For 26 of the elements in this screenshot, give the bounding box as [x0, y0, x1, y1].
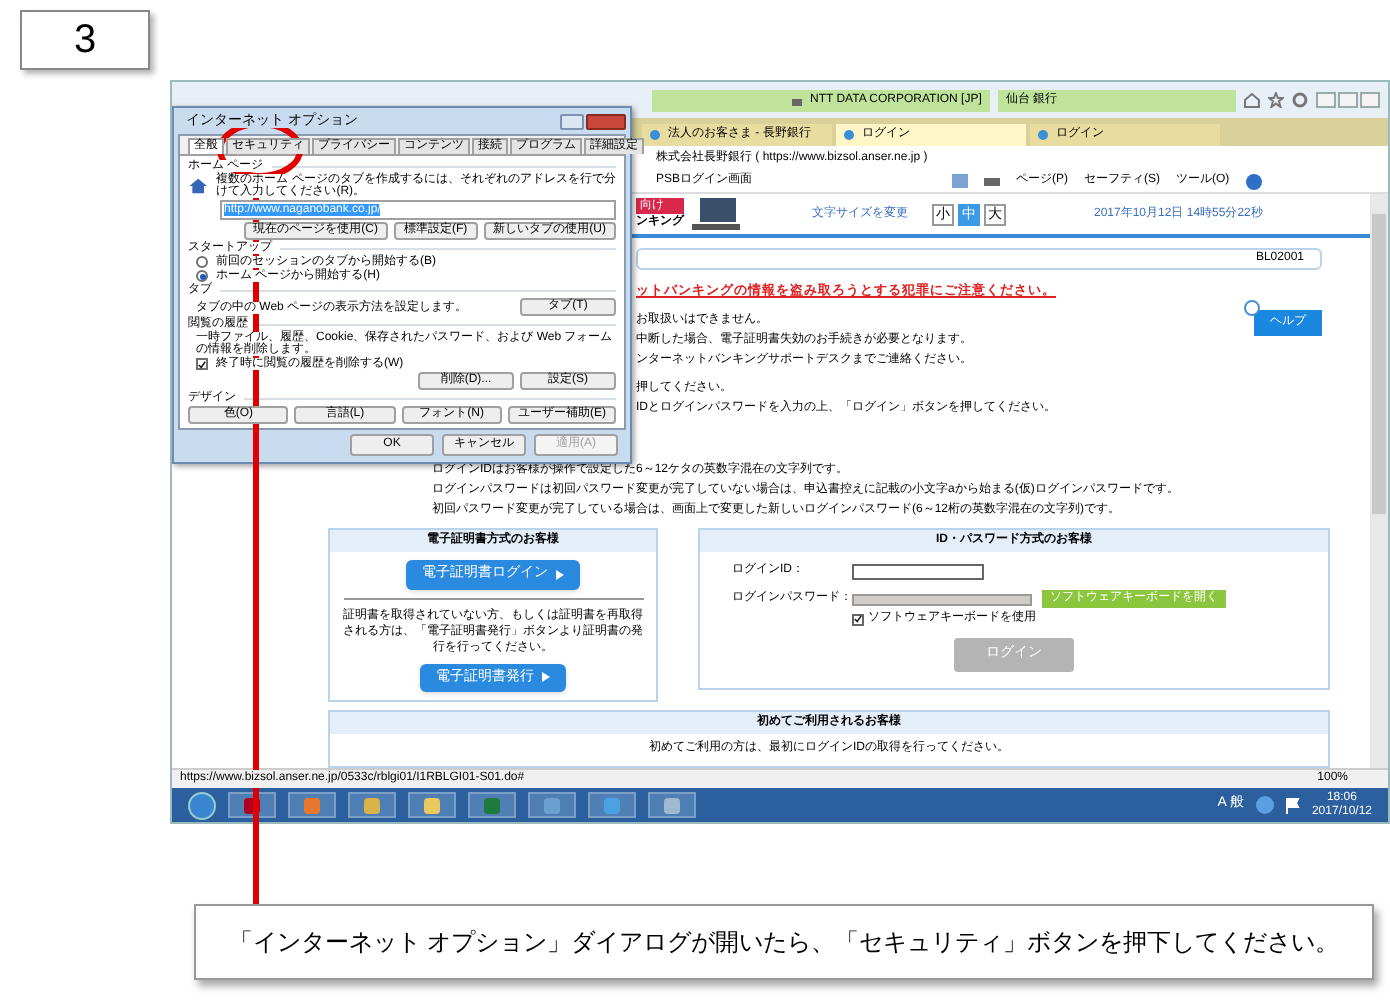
- taskbar-app-icon[interactable]: [528, 792, 576, 818]
- checkbox[interactable]: [196, 358, 208, 370]
- taskbar-app-icon[interactable]: [588, 792, 636, 818]
- settings-icon[interactable]: [1292, 92, 1309, 108]
- star-icon[interactable]: [1268, 92, 1285, 108]
- taskbar-app-icon[interactable]: [468, 792, 516, 818]
- login-id-field[interactable]: [852, 563, 984, 579]
- scrollbar[interactable]: [1370, 194, 1388, 768]
- taskbar-app-icon[interactable]: [288, 792, 336, 818]
- checkbox[interactable]: [852, 613, 864, 625]
- house-icon: [188, 174, 209, 198]
- computer-icon: [692, 198, 740, 231]
- taskbar-app-icon[interactable]: [408, 792, 456, 818]
- flag-icon[interactable]: [1285, 797, 1300, 813]
- triangle-icon: [556, 569, 564, 580]
- taskbar-app-icon[interactable]: [648, 792, 696, 818]
- step-number: 3: [73, 16, 97, 66]
- maximize-icon[interactable]: [1338, 92, 1359, 108]
- caption-text: 「インターネット オプション」ダイアログが開いたら、「セキュリティ」ボタンを押下してください。: [228, 926, 1340, 960]
- radio-button[interactable]: [196, 270, 208, 282]
- close-icon[interactable]: [586, 113, 626, 129]
- taskbar-app-icon[interactable]: [348, 792, 396, 818]
- minimize-icon[interactable]: [1316, 92, 1337, 108]
- start-icon[interactable]: [188, 791, 216, 819]
- triangle-icon: [542, 672, 550, 683]
- radio-button[interactable]: [196, 256, 208, 268]
